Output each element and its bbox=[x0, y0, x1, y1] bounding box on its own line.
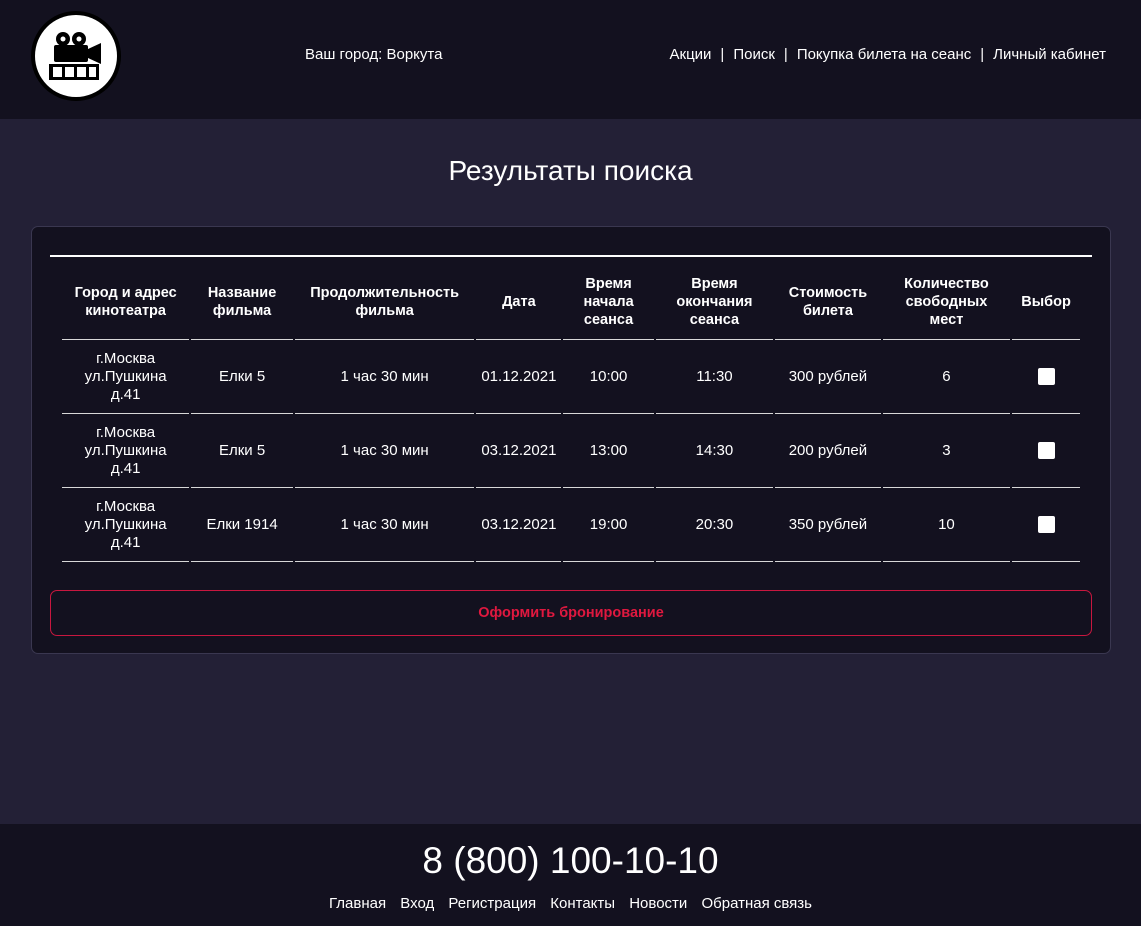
footer-link-home[interactable]: Главная bbox=[329, 895, 386, 912]
cell-start-time: 19:00 bbox=[563, 488, 654, 562]
cell-address: г.Москва ул.Пушкина д.41 bbox=[62, 414, 190, 488]
cell-film: Елки 1914 bbox=[191, 488, 293, 562]
logo[interactable] bbox=[31, 11, 121, 101]
nav-separator: | bbox=[980, 46, 985, 63]
cell-duration: 1 час 30 мин bbox=[294, 414, 475, 488]
cell-select bbox=[1012, 340, 1080, 414]
cell-price: 200 рублей bbox=[775, 414, 881, 488]
table-row: г.Москва ул.Пушкина д.41 Елки 1914 1 час… bbox=[62, 488, 1080, 562]
nav-link-search[interactable]: Поиск bbox=[733, 46, 775, 63]
cell-film: Елки 5 bbox=[191, 340, 293, 414]
select-checkbox[interactable] bbox=[1037, 368, 1055, 386]
cell-date: 01.12.2021 bbox=[476, 340, 562, 414]
footer-link-feedback[interactable]: Обратная связь bbox=[701, 895, 812, 912]
cell-free-seats: 6 bbox=[882, 340, 1011, 414]
footer: 8 (800) 100-10-10 Главная Вход Регистрац… bbox=[0, 824, 1141, 926]
city-label: Ваш город: Воркута bbox=[305, 46, 443, 63]
cell-select bbox=[1012, 488, 1080, 562]
cell-end-time: 11:30 bbox=[655, 340, 774, 414]
header-duration: Продолжительность фильма bbox=[294, 265, 475, 340]
nav-separator: | bbox=[720, 46, 725, 63]
footer-nav: Главная Вход Регистрация Контакты Новост… bbox=[0, 895, 1141, 912]
header-date: Дата bbox=[476, 265, 562, 340]
footer-link-login[interactable]: Вход bbox=[400, 895, 434, 912]
nav-link-promotions[interactable]: Акции bbox=[670, 46, 712, 63]
cell-price: 300 рублей bbox=[775, 340, 881, 414]
nav-link-buy-ticket[interactable]: Покупка билета на сеанс bbox=[797, 46, 971, 63]
cell-end-time: 20:30 bbox=[655, 488, 774, 562]
divider bbox=[50, 255, 1092, 257]
nav-link-account[interactable]: Личный кабинет bbox=[993, 46, 1106, 63]
cell-free-seats: 10 bbox=[882, 488, 1011, 562]
table-row: г.Москва ул.Пушкина д.41 Елки 5 1 час 30… bbox=[62, 340, 1080, 414]
select-checkbox[interactable] bbox=[1037, 442, 1055, 460]
header-select: Выбор bbox=[1012, 265, 1080, 340]
cell-price: 350 рублей bbox=[775, 488, 881, 562]
cell-date: 03.12.2021 bbox=[476, 488, 562, 562]
select-checkbox[interactable] bbox=[1037, 516, 1055, 534]
top-nav: Акции | Поиск | Покупка билета на сеанс … bbox=[670, 46, 1107, 63]
cell-end-time: 14:30 bbox=[655, 414, 774, 488]
header-price: Стоимость билета bbox=[775, 265, 881, 340]
header-address: Город и адрес кинотеатра bbox=[62, 265, 190, 340]
cell-start-time: 10:00 bbox=[563, 340, 654, 414]
phone-number: 8 (800) 100-10-10 bbox=[422, 840, 719, 881]
footer-link-news[interactable]: Новости bbox=[629, 895, 687, 912]
table-row: г.Москва ул.Пушкина д.41 Елки 5 1 час 30… bbox=[62, 414, 1080, 488]
cell-duration: 1 час 30 мин bbox=[294, 488, 475, 562]
cell-film: Елки 5 bbox=[191, 414, 293, 488]
cell-start-time: 13:00 bbox=[563, 414, 654, 488]
nav-separator: | bbox=[783, 46, 788, 63]
cell-date: 03.12.2021 bbox=[476, 414, 562, 488]
cell-address: г.Москва ул.Пушкина д.41 bbox=[62, 488, 190, 562]
header-end-time: Время окончания сеанса bbox=[655, 265, 774, 340]
page-title: Результаты поиска bbox=[448, 155, 693, 186]
book-button[interactable]: Оформить бронирование bbox=[50, 590, 1092, 636]
results-table: Город и адрес кинотеатра Название фильма… bbox=[60, 265, 1082, 562]
footer-link-contacts[interactable]: Контакты bbox=[550, 895, 615, 912]
cell-duration: 1 час 30 мин bbox=[294, 340, 475, 414]
header-film: Название фильма bbox=[191, 265, 293, 340]
header-start-time: Время начала сеанса bbox=[563, 265, 654, 340]
cell-address: г.Москва ул.Пушкина д.41 bbox=[62, 340, 190, 414]
cell-free-seats: 3 bbox=[882, 414, 1011, 488]
film-camera-icon bbox=[35, 15, 117, 97]
results-card: Город и адрес кинотеатра Название фильма… bbox=[31, 226, 1111, 654]
table-header-row: Город и адрес кинотеатра Название фильма… bbox=[62, 265, 1080, 340]
footer-link-register[interactable]: Регистрация bbox=[448, 895, 536, 912]
cell-select bbox=[1012, 414, 1080, 488]
header-free-seats: Количество свободных мест bbox=[882, 265, 1011, 340]
header: Ваш город: Воркута Акции | Поиск | Покуп… bbox=[0, 0, 1141, 119]
